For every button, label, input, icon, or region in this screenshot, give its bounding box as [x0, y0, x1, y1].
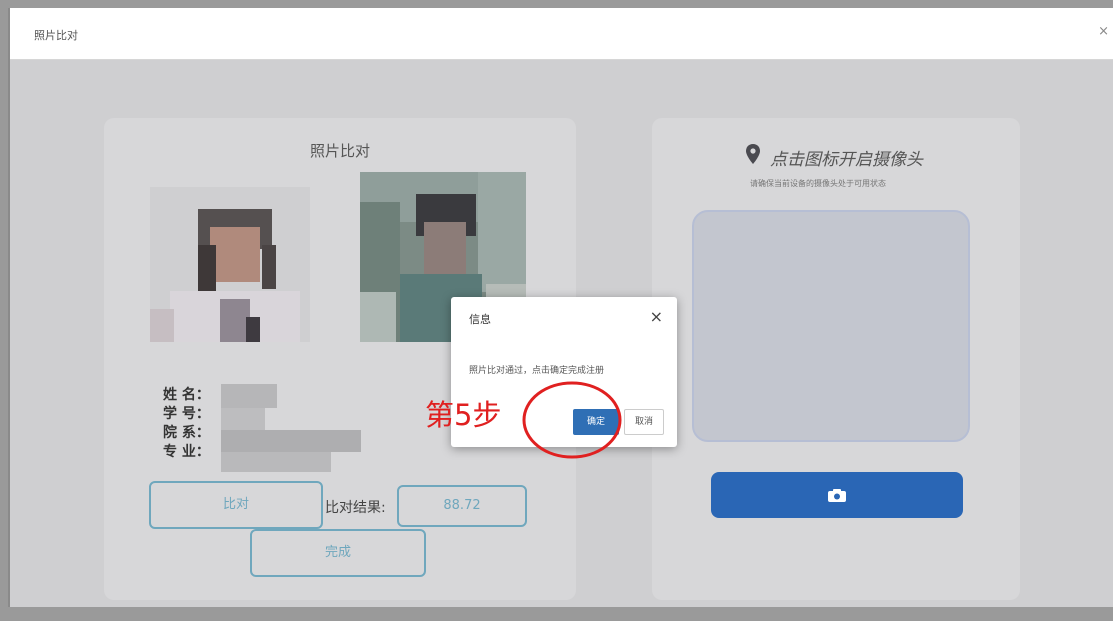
result-value: 88.72	[397, 485, 527, 527]
compare-button[interactable]: 比对	[149, 481, 323, 529]
name-value-redacted	[221, 384, 277, 408]
dialog-cancel-button[interactable]: 取消	[624, 409, 664, 435]
compare-card-title: 照片比对	[309, 142, 370, 160]
bottom-edge	[0, 607, 1113, 621]
major-label: 专 业：	[163, 444, 210, 460]
result-label: 比对结果:	[325, 500, 386, 516]
titlebar: 照片比对 ×	[10, 8, 1113, 60]
dialog-message: 照片比对通过，点击确定完成注册	[469, 366, 605, 376]
camera-icon	[828, 489, 846, 502]
name-label: 姓 名：	[163, 387, 210, 403]
open-camera-button[interactable]	[711, 472, 963, 518]
major-value-redacted	[221, 452, 331, 472]
finish-button[interactable]: 完成	[250, 529, 426, 577]
dialog-title: 信息	[469, 313, 491, 326]
student-id-value-redacted	[221, 408, 265, 430]
window-title: 照片比对	[34, 29, 78, 42]
student-info: 姓 名： 学 号： 院 系： 专 业：	[163, 386, 210, 462]
camera-preview	[692, 210, 970, 442]
dialog-close-icon[interactable]: ×	[650, 307, 663, 326]
department-label: 院 系：	[163, 425, 210, 441]
student-id-label: 学 号：	[163, 406, 210, 422]
registered-photo	[150, 187, 310, 342]
highlight-circle	[522, 381, 622, 459]
location-pin-icon	[746, 144, 760, 164]
camera-hint: 点击图标开启摄像头	[770, 150, 923, 170]
step-annotation: 第5步	[425, 398, 502, 432]
camera-sub-hint: 请确保当前设备的摄像头处于可用状态	[750, 179, 886, 188]
window-close-icon[interactable]: ×	[1098, 24, 1109, 39]
department-value-redacted	[221, 430, 361, 452]
